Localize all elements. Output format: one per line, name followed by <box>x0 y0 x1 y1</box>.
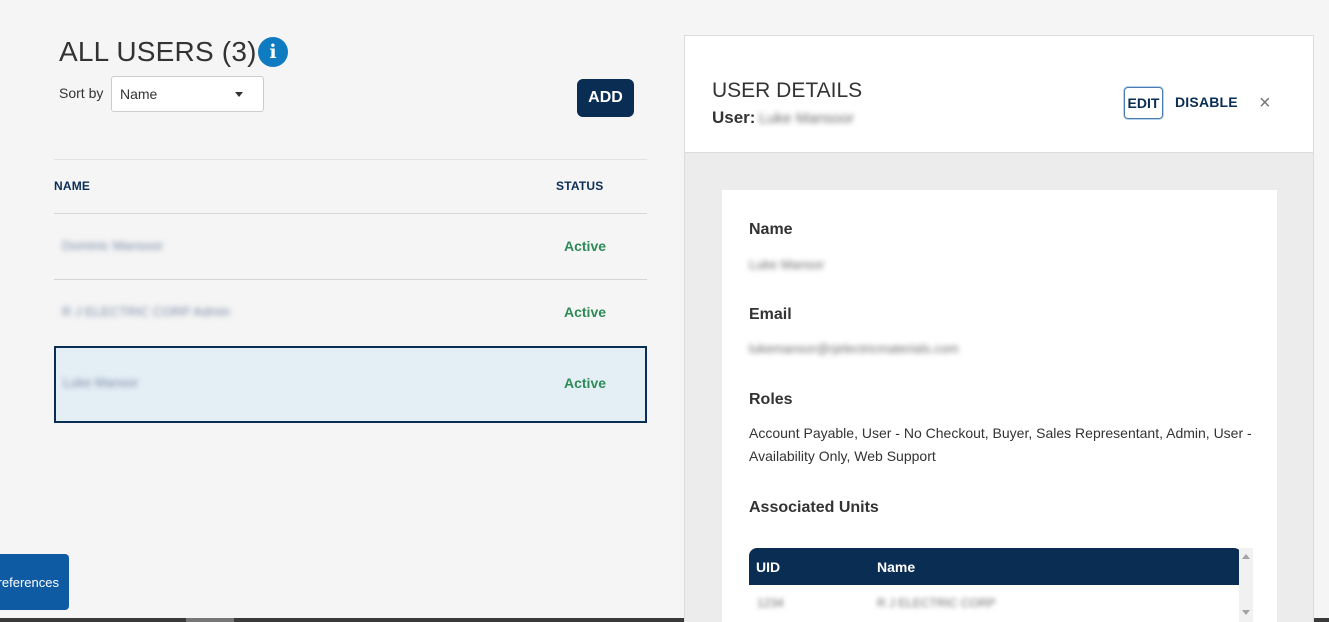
preferences-button[interactable]: Preferences <box>0 554 69 610</box>
sort-select-value: Name <box>120 86 158 102</box>
details-user-label: User: <box>712 108 756 127</box>
details-card: Name Luke Mansor Email lukemansor@rjelec… <box>722 190 1277 622</box>
user-status: Active <box>564 304 607 320</box>
bottom-scrollbar-thumb[interactable] <box>186 618 234 622</box>
user-name: Dominic Mansoor <box>62 238 164 253</box>
roles-value: Account Payable, User - No Checkout, Buy… <box>749 425 1252 464</box>
user-name: R J ELECTRIC CORP Admin <box>62 304 231 319</box>
email-label: Email <box>749 306 792 323</box>
details-title: USER DETAILS <box>712 79 863 102</box>
table-row[interactable]: Dominic Mansoor Active <box>54 213 647 279</box>
table-row-selected[interactable]: Luke Mansor Active <box>54 346 647 423</box>
sort-select[interactable]: Name <box>111 76 264 112</box>
units-table-header: UID Name <box>749 548 1242 585</box>
details-user-value: Luke Mansoor <box>759 110 855 127</box>
scroll-down-arrow-icon[interactable] <box>1242 610 1250 615</box>
info-icon[interactable]: i <box>258 37 288 67</box>
units-column-name[interactable]: Name <box>877 559 915 575</box>
user-status: Active <box>564 375 607 391</box>
caret-down-icon <box>235 91 243 97</box>
name-label: Name <box>749 221 793 238</box>
details-header: USER DETAILS User: Luke Mansoor EDIT DIS… <box>685 36 1313 153</box>
name-value: Luke Mansor <box>749 257 825 272</box>
unit-name: R J ELECTRIC CORP <box>877 596 996 610</box>
units-table: UID Name 1234 R J ELECTRIC CORP <box>749 548 1242 621</box>
disable-button[interactable]: DISABLE <box>1175 94 1238 110</box>
units-scrollbar[interactable] <box>1239 548 1253 622</box>
column-header-status[interactable]: STATUS <box>556 179 603 193</box>
units-column-uid[interactable]: UID <box>756 559 780 575</box>
add-user-button[interactable]: ADD <box>577 79 634 117</box>
page-title: ALL USERS (3) <box>59 36 257 67</box>
user-name: Luke Mansor <box>63 375 139 390</box>
close-icon[interactable]: × <box>1259 93 1271 113</box>
unit-uid: 1234 <box>757 596 784 610</box>
user-details-panel: USER DETAILS User: Luke Mansoor EDIT DIS… <box>684 35 1314 622</box>
scroll-up-arrow-icon[interactable] <box>1242 554 1250 559</box>
user-status: Active <box>564 238 607 254</box>
associated-units-label: Associated Units <box>749 499 879 516</box>
roles-label: Roles <box>749 391 793 408</box>
units-table-row[interactable]: 1234 R J ELECTRIC CORP <box>749 585 1242 621</box>
table-top-divider <box>54 159 647 160</box>
table-row[interactable]: R J ELECTRIC CORP Admin Active <box>54 279 647 345</box>
email-value: lukemansor@rjelectricmaterials.com <box>749 341 959 356</box>
column-header-name[interactable]: NAME <box>54 179 90 193</box>
sort-label: Sort by <box>59 85 104 101</box>
edit-button[interactable]: EDIT <box>1124 87 1163 119</box>
preferences-label: Preferences <box>0 574 59 590</box>
